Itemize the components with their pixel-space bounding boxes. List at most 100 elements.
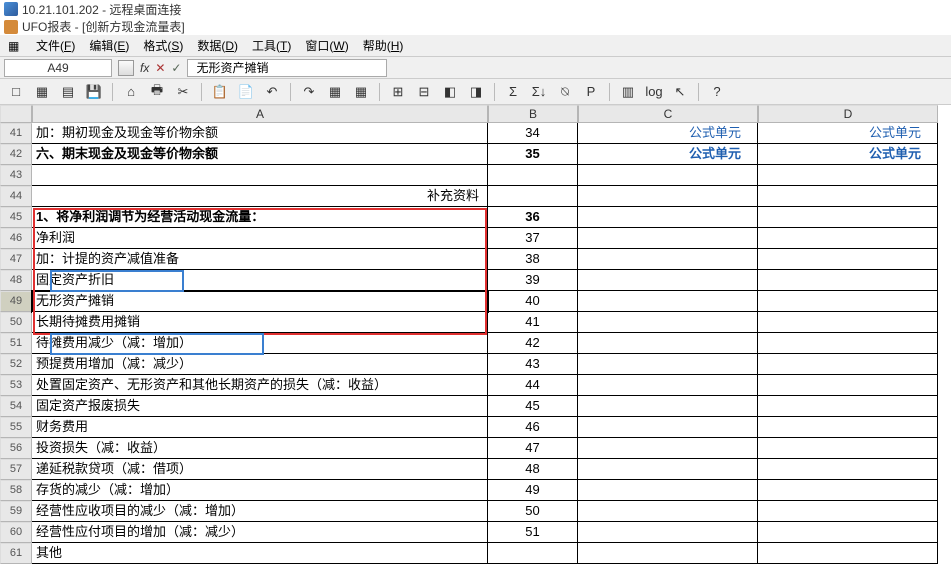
col-header-d[interactable]: D: [758, 105, 938, 123]
cell-d43[interactable]: [758, 165, 938, 186]
cell-a46[interactable]: 净利润: [32, 228, 488, 249]
cell-c48[interactable]: [578, 270, 758, 291]
cell-c61[interactable]: [578, 543, 758, 564]
row-header-50[interactable]: 50: [0, 312, 32, 333]
cell-c42[interactable]: 公式单元: [578, 144, 758, 165]
toolbar-btn-13[interactable]: ⊞: [388, 82, 408, 102]
toolbar-btn-11[interactable]: ▦: [325, 82, 345, 102]
cell-b61[interactable]: [488, 543, 578, 564]
cell-d51[interactable]: [758, 333, 938, 354]
cell-d46[interactable]: [758, 228, 938, 249]
row-header-61[interactable]: 61: [0, 543, 32, 564]
row-header-59[interactable]: 59: [0, 501, 32, 522]
cell-b50[interactable]: 41: [488, 312, 578, 333]
cell-b47[interactable]: 38: [488, 249, 578, 270]
cell-c50[interactable]: [578, 312, 758, 333]
toolbar-btn-23[interactable]: ↖: [670, 82, 690, 102]
toolbar-btn-21[interactable]: ▥: [618, 82, 638, 102]
toolbar-btn-0[interactable]: □: [6, 82, 26, 102]
spreadsheet-grid[interactable]: A B C D 41 加：期初现金及现金等价物余额 34 公式单元 公式单元 4…: [0, 105, 951, 581]
row-header-60[interactable]: 60: [0, 522, 32, 543]
cell-b54[interactable]: 45: [488, 396, 578, 417]
col-header-b[interactable]: B: [488, 105, 578, 123]
toolbar-btn-7[interactable]: 📋: [210, 82, 230, 102]
cell-b53[interactable]: 44: [488, 375, 578, 396]
cell-c59[interactable]: [578, 501, 758, 522]
row-header-45[interactable]: 45: [0, 207, 32, 228]
cell-a45[interactable]: 1、将净利润调节为经营活动现金流量：: [32, 207, 488, 228]
cell-a60[interactable]: 经营性应付项目的增加（减：减少）: [32, 522, 488, 543]
cell-a55[interactable]: 财务费用: [32, 417, 488, 438]
cell-d48[interactable]: [758, 270, 938, 291]
cell-b55[interactable]: 46: [488, 417, 578, 438]
cell-c46[interactable]: [578, 228, 758, 249]
toolbar-btn-8[interactable]: 📄: [236, 82, 256, 102]
row-header-41[interactable]: 41: [0, 123, 32, 144]
cell-b52[interactable]: 43: [488, 354, 578, 375]
cell-b41[interactable]: 34: [488, 123, 578, 144]
cell-d49[interactable]: [758, 291, 938, 312]
toolbar-btn-10[interactable]: ↷: [299, 82, 319, 102]
cell-d53[interactable]: [758, 375, 938, 396]
app-menu-icon[interactable]: ▦: [8, 39, 22, 53]
row-header-51[interactable]: 51: [0, 333, 32, 354]
menu-f[interactable]: 文件(F): [36, 37, 75, 54]
cell-a56[interactable]: 投资损失（减：收益）: [32, 438, 488, 459]
confirm-icon[interactable]: ✓: [171, 61, 181, 75]
cell-b57[interactable]: 48: [488, 459, 578, 480]
cell-a42[interactable]: 六、期末现金及现金等价物余额: [32, 144, 488, 165]
cell-a44[interactable]: 补充资料: [32, 186, 488, 207]
cell-b48[interactable]: 39: [488, 270, 578, 291]
cell-b42[interactable]: 35: [488, 144, 578, 165]
toolbar-btn-18[interactable]: Σ↓: [529, 82, 549, 102]
cell-d56[interactable]: [758, 438, 938, 459]
cell-c49[interactable]: [578, 291, 758, 312]
cell-a52[interactable]: 预提费用增加（减：减少）: [32, 354, 488, 375]
menu-e[interactable]: 编辑(E): [89, 37, 129, 54]
cell-a51[interactable]: 待摊费用减少（减：增加）: [32, 333, 488, 354]
name-dropdown[interactable]: [118, 60, 134, 76]
cell-d42[interactable]: 公式单元: [758, 144, 938, 165]
cell-d44[interactable]: [758, 186, 938, 207]
row-header-49[interactable]: 49: [0, 291, 32, 312]
select-all-corner[interactable]: [0, 105, 32, 123]
row-header-46[interactable]: 46: [0, 228, 32, 249]
cell-b45[interactable]: 36: [488, 207, 578, 228]
cell-a58[interactable]: 存货的减少（减：增加）: [32, 480, 488, 501]
cell-b60[interactable]: 51: [488, 522, 578, 543]
cell-a59[interactable]: 经营性应收项目的减少（减：增加）: [32, 501, 488, 522]
cell-b58[interactable]: 49: [488, 480, 578, 501]
cell-c41[interactable]: 公式单元: [578, 123, 758, 144]
cell-c52[interactable]: [578, 354, 758, 375]
toolbar-btn-24[interactable]: ?: [707, 82, 727, 102]
cell-a48[interactable]: 固定资产折旧: [32, 270, 488, 291]
row-header-53[interactable]: 53: [0, 375, 32, 396]
cell-a53[interactable]: 处置固定资产、无形资产和其他长期资产的损失（减：收益）: [32, 375, 488, 396]
toolbar-btn-3[interactable]: 💾: [84, 82, 104, 102]
cell-d47[interactable]: [758, 249, 938, 270]
menu-t[interactable]: 工具(T): [252, 37, 291, 54]
fx-icon[interactable]: fx: [140, 61, 149, 75]
toolbar-btn-12[interactable]: ▦: [351, 82, 371, 102]
cell-c51[interactable]: [578, 333, 758, 354]
cell-a41[interactable]: 加：期初现金及现金等价物余额: [32, 123, 488, 144]
cell-c60[interactable]: [578, 522, 758, 543]
row-header-52[interactable]: 52: [0, 354, 32, 375]
cell-a47[interactable]: 加：计提的资产减值准备: [32, 249, 488, 270]
menu-d[interactable]: 数据(D): [197, 37, 238, 54]
cell-c58[interactable]: [578, 480, 758, 501]
cell-d50[interactable]: [758, 312, 938, 333]
cancel-icon[interactable]: ✕: [155, 61, 165, 75]
cell-b44[interactable]: [488, 186, 578, 207]
row-header-57[interactable]: 57: [0, 459, 32, 480]
cell-b51[interactable]: 42: [488, 333, 578, 354]
menu-w[interactable]: 窗口(W): [305, 37, 348, 54]
row-header-43[interactable]: 43: [0, 165, 32, 186]
toolbar-btn-9[interactable]: ↶: [262, 82, 282, 102]
cell-c54[interactable]: [578, 396, 758, 417]
cell-b43[interactable]: [488, 165, 578, 186]
toolbar-btn-17[interactable]: Σ: [503, 82, 523, 102]
toolbar-btn-19[interactable]: ⍉: [555, 82, 575, 102]
cell-c53[interactable]: [578, 375, 758, 396]
cell-b56[interactable]: 47: [488, 438, 578, 459]
